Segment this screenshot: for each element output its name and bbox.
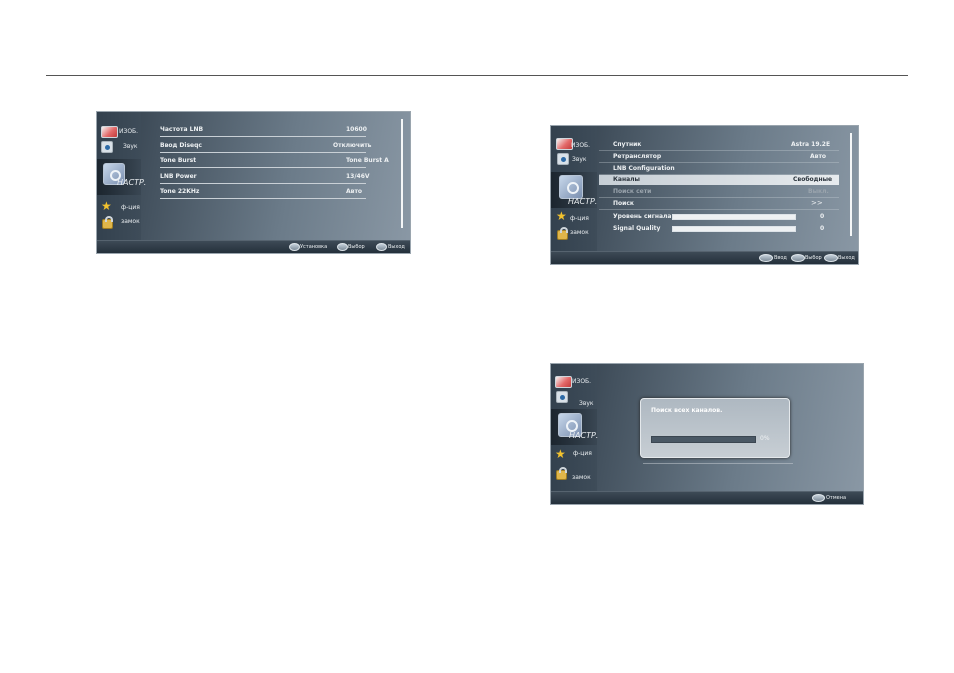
row-value: 13/46V bbox=[346, 173, 370, 180]
dialog-underline bbox=[643, 463, 793, 464]
sidebar-label-sound: Звук bbox=[572, 156, 587, 163]
help-cancel: Отмена bbox=[826, 495, 847, 501]
scrollbar[interactable] bbox=[850, 133, 852, 236]
help-install: Установка bbox=[300, 244, 328, 250]
row-value: Свободные bbox=[793, 176, 833, 183]
row-label: Tone Burst bbox=[160, 157, 197, 164]
row-divider bbox=[160, 152, 366, 153]
sidebar-label-function: ф-ция bbox=[570, 215, 589, 222]
signal-quality-label: Signal Quality bbox=[613, 225, 661, 232]
scan-progress-bar bbox=[651, 436, 756, 443]
dialog-title: Поиск всех каналов. bbox=[651, 407, 723, 414]
sidebar-label-picture: ИЗОБ. bbox=[119, 128, 139, 135]
row-label: Частота LNB bbox=[160, 126, 204, 133]
setup-icon bbox=[559, 175, 583, 199]
row-divider bbox=[599, 150, 839, 151]
row-divider bbox=[160, 183, 366, 184]
signal-level-label: Уровень сигнала bbox=[613, 213, 672, 220]
row-label: Ретранслятор bbox=[613, 153, 662, 160]
bottom-help-bar: Установка Выбор Выход bbox=[97, 240, 410, 253]
signal-level-value: 0 bbox=[820, 213, 825, 220]
sidebar-label-sound: Звук bbox=[123, 143, 138, 150]
sidebar-label-lock: замок bbox=[570, 229, 589, 236]
return-key-icon bbox=[824, 254, 838, 262]
help-enter: Ввод bbox=[774, 255, 787, 261]
row-label: Поиск bbox=[613, 200, 634, 207]
enter-key-icon bbox=[289, 243, 300, 251]
sound-icon bbox=[556, 391, 568, 403]
row-divider bbox=[160, 167, 366, 168]
tv-menu-channel-search: ИЗОБ. Звук НАСТР. ★ ф-ция замок Спутник … bbox=[550, 125, 859, 265]
row-label: Ввод Diseqc bbox=[160, 142, 202, 149]
bottom-help-bar: Ввод Выбор Выход bbox=[551, 251, 858, 264]
return-key-icon bbox=[812, 494, 825, 502]
lock-icon bbox=[556, 466, 568, 480]
row-value: Отключить bbox=[333, 142, 372, 149]
scan-progress-percent: 0% bbox=[760, 435, 770, 442]
row-divider bbox=[599, 197, 839, 198]
row-value: >> bbox=[811, 199, 823, 207]
row-divider bbox=[160, 198, 366, 199]
row-value: Astra 19.2E bbox=[791, 141, 831, 148]
scan-progress-dialog: Поиск всех каналов. 0% bbox=[640, 398, 790, 458]
picture-icon bbox=[101, 126, 118, 138]
sidebar-label-picture: ИЗОБ. bbox=[572, 378, 592, 385]
row-label: LNB Power bbox=[160, 173, 197, 180]
arrows-key-icon bbox=[791, 254, 805, 262]
star-icon: ★ bbox=[555, 447, 566, 461]
help-select: Выбор bbox=[348, 244, 365, 250]
row-value: Выкл. bbox=[808, 188, 829, 195]
lock-icon bbox=[557, 226, 569, 240]
enter-key-icon bbox=[759, 254, 773, 262]
star-icon: ★ bbox=[101, 199, 112, 213]
row-label: Поиск сети bbox=[613, 188, 652, 195]
sidebar-label-setup: НАСТР. bbox=[568, 197, 598, 206]
sound-icon bbox=[101, 141, 113, 153]
help-select: Выбор bbox=[805, 255, 822, 261]
sound-icon bbox=[557, 153, 569, 165]
signal-quality-bar bbox=[672, 226, 796, 232]
row-divider bbox=[599, 162, 839, 163]
star-icon: ★ bbox=[556, 209, 567, 223]
row-value: Tone Burst A bbox=[346, 157, 389, 164]
sidebar-label-function: ф-ция bbox=[121, 204, 140, 211]
signal-level-bar bbox=[672, 214, 796, 220]
scan-progress-fill bbox=[652, 437, 755, 442]
row-divider bbox=[599, 209, 839, 210]
row-label: Спутник bbox=[613, 141, 642, 148]
sidebar-label-sound: Звук bbox=[579, 400, 594, 407]
bottom-help-bar: Отмена bbox=[551, 491, 863, 504]
row-label: Каналы bbox=[613, 176, 640, 183]
menu-row-channels-selected[interactable]: Каналы Свободные bbox=[599, 175, 839, 185]
scrollbar[interactable] bbox=[401, 119, 403, 228]
return-key-icon bbox=[376, 243, 387, 251]
row-divider bbox=[160, 136, 366, 137]
tv-menu-channel-scan-progress: ИЗОБ. Звук НАСТР. ★ ф-ция замок Поиск вс… bbox=[550, 363, 864, 505]
help-exit: Выход bbox=[388, 244, 405, 250]
signal-quality-value: 0 bbox=[820, 225, 825, 232]
lock-icon bbox=[102, 215, 114, 229]
tv-menu-lnb-settings: ИЗОБ. Звук НАСТР. ★ ф-ция замок Частота … bbox=[96, 111, 411, 254]
page-divider bbox=[46, 75, 908, 76]
sidebar-label-picture: ИЗОБ. bbox=[571, 142, 591, 149]
help-exit: Выход bbox=[838, 255, 855, 261]
sidebar-label-setup: НАСТР. bbox=[569, 431, 599, 440]
arrows-key-icon bbox=[337, 243, 348, 251]
row-value: Авто bbox=[346, 188, 363, 195]
row-label: LNB Configuration bbox=[613, 165, 675, 172]
sidebar-label-function: ф-ция bbox=[573, 450, 592, 457]
sidebar-label-setup: НАСТР. bbox=[117, 178, 147, 187]
row-label: Tone 22KHz bbox=[160, 188, 200, 195]
picture-icon bbox=[555, 376, 572, 388]
row-value: Авто bbox=[810, 153, 827, 160]
sidebar-label-lock: замок bbox=[121, 218, 140, 225]
row-value: 10600 bbox=[346, 126, 367, 133]
sidebar-label-lock: замок bbox=[572, 474, 591, 481]
